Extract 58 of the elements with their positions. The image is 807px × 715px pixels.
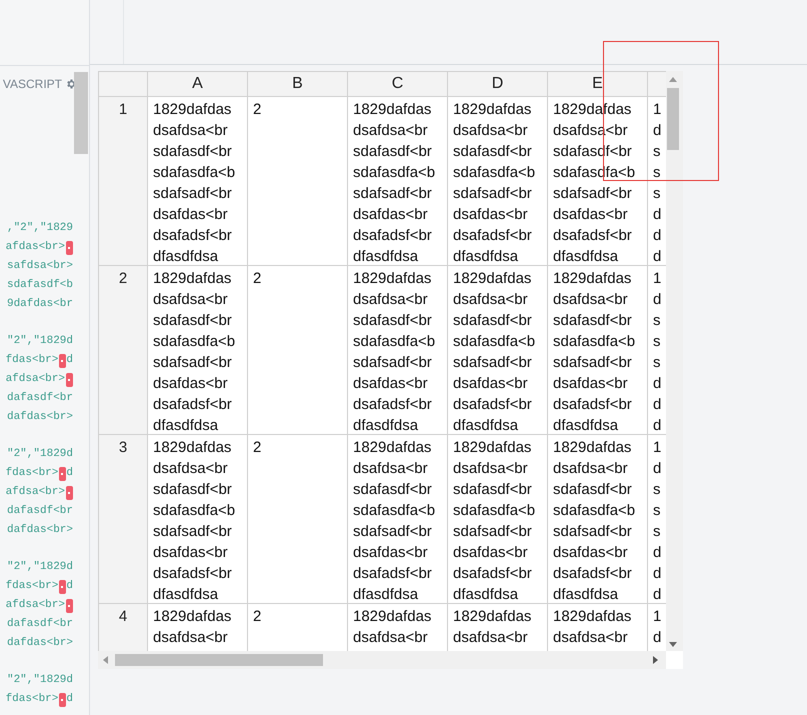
code-text: "2","1829d bbox=[6, 673, 73, 688]
table-cell: 2 bbox=[248, 97, 348, 265]
code-text: sdafasdf<b bbox=[6, 278, 73, 294]
table-cell: 1829dafdas dsafdsa<br sdafasdf<br sdafasdfa<b sdafsadf<br dsafdas<br dsafadsf<br dfasdfdsa bbox=[148, 435, 248, 603]
table-cell: 1829dafdas dsafdsa<br sdafasdf<br sdafasdfa<b sdafsadf<br dsafdas<br dsafadsf<br dfasdfdsa bbox=[448, 435, 548, 603]
scroll-up-icon[interactable] bbox=[669, 77, 677, 82]
code-text: ,"2","1829 bbox=[6, 221, 73, 236]
code-text: fdas<br> bbox=[6, 579, 58, 594]
column-header[interactable]: A bbox=[148, 71, 248, 96]
code-text: d bbox=[66, 579, 73, 594]
code-text: safdsa<br> bbox=[6, 259, 73, 274]
code-text: afdsa<br> bbox=[6, 485, 65, 500]
table-cell: 1829dafdas dsafdsa<br sdafasdf<br sdafasdfa<b sdafsadf<br dsafdas<br dsafadsf<br dfasdfdsa bbox=[548, 266, 648, 434]
code-text: fdas<br> bbox=[6, 353, 58, 368]
table-cell: 1829dafdas dsafdsa<br sdafasdf<br sdafasdfa<b sdafsadf<br dsafdas<br dsafadsf<br dfasdfdsa bbox=[148, 97, 248, 265]
row-header[interactable]: 2 bbox=[98, 266, 148, 434]
code-text: afdsa<br> bbox=[6, 598, 65, 614]
code-text: "2","1829d bbox=[6, 560, 73, 576]
column-header[interactable]: E bbox=[548, 71, 648, 96]
scrollbar-thumb[interactable] bbox=[115, 654, 323, 666]
code-text: dafdas<br> bbox=[6, 523, 73, 538]
table-cell: 1829dafdas dsafdsa<br sdafasdf<br sdafasdfa<b sdafsadf<br dsafdas<br dsafadsf<br dfasdfdsa bbox=[348, 435, 448, 603]
corner-header[interactable] bbox=[98, 71, 148, 96]
code-text: afdsa<br> bbox=[6, 372, 65, 388]
row-header[interactable]: 3 bbox=[98, 435, 148, 603]
scroll-right-icon[interactable] bbox=[653, 656, 658, 664]
code-text: d bbox=[66, 466, 73, 482]
code-text: dafdas<br> bbox=[6, 410, 73, 426]
table-cell: 2 bbox=[248, 435, 348, 603]
row-header[interactable]: 1 bbox=[98, 97, 148, 265]
table-cell: 1829dafdas dsafdsa<br sdafasdf<br sdafasdfa<b sdafsadf<br dsafdas<br dsafadsf<br dfasdfdsa bbox=[548, 435, 648, 603]
code-text: afdas<br> bbox=[6, 240, 65, 256]
code-text: d bbox=[66, 353, 73, 368]
table-cell: 1829dafdas dsafdsa<br sdafasdf<br sdafasdfa<b sdafsadf<br dsafdas<br dsafadsf<br dfasdfdsa bbox=[348, 266, 448, 434]
scroll-left-icon[interactable] bbox=[103, 656, 108, 664]
code-text: dafasdf<br bbox=[6, 504, 73, 520]
code-text: d bbox=[66, 692, 73, 708]
code-text: dafdas<br> bbox=[6, 636, 73, 652]
code-text: "2","1829d bbox=[6, 447, 73, 462]
language-label: VASCRIPT bbox=[2, 76, 62, 92]
code-text: dafasdf<br bbox=[6, 391, 73, 406]
code-text: "2","1829d bbox=[6, 334, 73, 350]
table-cell: 1829dafdas dsafdsa<br sdafasdf<br sdafasdfa<b sdafsadf<br dsafdas<br dsafadsf<br dfasdfdsa bbox=[148, 266, 248, 434]
column-header[interactable]: C bbox=[348, 71, 448, 96]
code-text: 9dafdas<br bbox=[6, 297, 73, 312]
column-header[interactable]: D bbox=[448, 71, 548, 96]
row-header[interactable]: 4 bbox=[98, 604, 148, 651]
scrollbar-thumb[interactable] bbox=[74, 72, 88, 154]
table-cell: 1829dafdas dsafdsa<br sdafasdf<br sdafasdfa<b sdafsadf<br dsafdas<br dsafadsf<br dfasdfdsa bbox=[448, 97, 548, 265]
code-text: dafasdf<br bbox=[6, 617, 73, 632]
table-cell: 1829dafdas dsafdsa<br sdafasdf<br sdafasdfa<b sdafsadf<br dsafdas<br dsafadsf<br dfasdfdsa bbox=[348, 97, 448, 265]
code-text: fdas<br> bbox=[6, 466, 58, 482]
table-cell: 2 bbox=[248, 266, 348, 434]
scrollbar-thumb[interactable] bbox=[667, 88, 679, 150]
column-header[interactable]: B bbox=[248, 71, 348, 96]
table-cell: 1829dafdas dsafdsa<br sdafasdf<br sdafasdfa<b sdafsadf<br dsafdas<br dsafadsf<br dfasdfdsa bbox=[448, 266, 548, 434]
code-text: fdas<br> bbox=[6, 692, 58, 708]
scroll-down-icon[interactable] bbox=[669, 642, 677, 647]
